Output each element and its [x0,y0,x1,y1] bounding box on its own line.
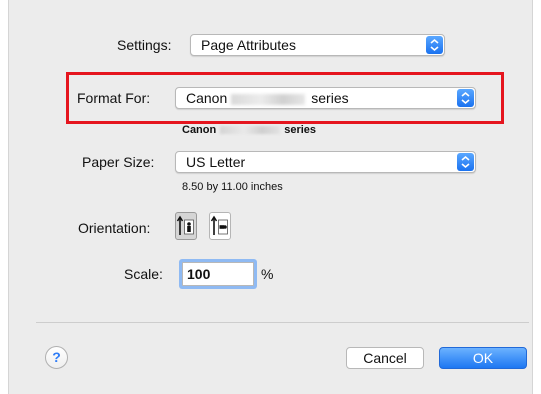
settings-label: Settings: [117,37,172,53]
format-for-caption-prefix: Canon [182,124,217,136]
redacted-model-name [231,93,306,105]
portrait-orientation-button[interactable] [175,212,197,240]
format-for-caption-suffix: series [284,124,317,136]
help-icon: ? [52,349,61,365]
redacted-model-name [220,126,281,135]
format-for-label: Format For: [77,90,151,106]
paper-size-value: US Letter [186,154,246,170]
help-button[interactable]: ? [45,346,68,369]
chevron-updown-icon [426,36,443,54]
settings-popup[interactable]: Page Attributes [190,34,445,56]
paper-size-caption: 8.50 by 11.00 inches [182,181,283,193]
settings-value: Page Attributes [201,37,296,53]
format-for-popup[interactable]: Canon series [175,87,476,109]
paper-size-label: Paper Size: [82,154,155,170]
scale-input[interactable]: 100 [182,262,254,286]
paper-size-popup[interactable]: US Letter [175,151,476,173]
page-setup-dialog: Settings: Page Attributes Format For: Ca… [8,0,533,394]
format-for-value-prefix: Canon [186,90,228,106]
footer-separator [36,322,529,323]
scale-unit: % [261,266,274,282]
format-for-value-suffix: series [311,90,349,106]
ok-button[interactable]: OK [439,347,527,369]
chevron-updown-icon [457,89,474,107]
chevron-updown-icon [457,153,474,171]
portrait-orientation-icon [176,215,194,235]
orientation-label: Orientation: [78,220,151,236]
cancel-button[interactable]: Cancel [346,347,424,369]
scale-label: Scale: [124,266,163,282]
format-for-caption: Canon series [182,124,316,136]
landscape-orientation-icon [210,215,228,235]
landscape-orientation-button[interactable] [209,212,231,240]
